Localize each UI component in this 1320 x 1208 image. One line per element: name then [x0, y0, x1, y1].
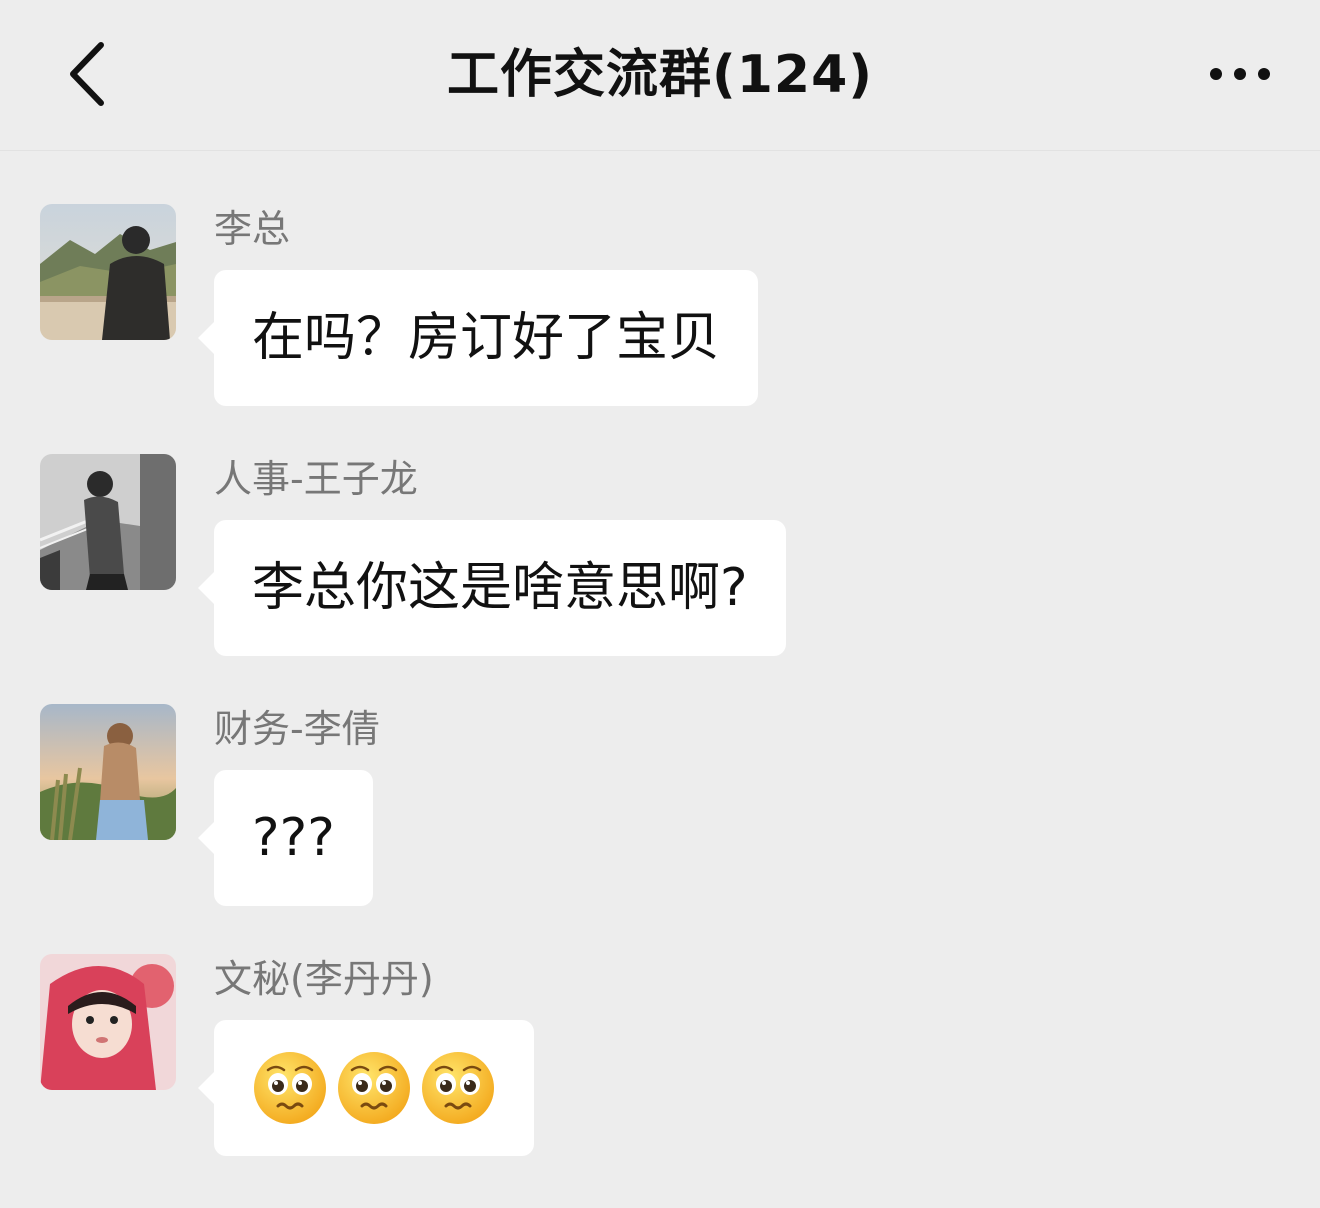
message-text: 在吗？房订好了宝贝 — [252, 308, 721, 368]
message-bubble[interactable]: ??? — [198, 770, 373, 906]
avatar[interactable] — [40, 954, 176, 1090]
message-bubble[interactable]: 在吗？房订好了宝贝 — [197, 270, 759, 406]
sender-name: 李总 — [214, 207, 291, 251]
sender-name: 财务-李倩 — [214, 707, 380, 751]
message-item: 文秘(李丹丹) — [0, 954, 1320, 1174]
avatar[interactable] — [40, 704, 176, 840]
more-button[interactable] — [1200, 46, 1280, 102]
message-text: 李总你这是啥意思啊? — [252, 558, 748, 618]
avatar-man-mountains — [40, 204, 176, 340]
message-item: 财务-李倩 ??? — [0, 704, 1320, 924]
chat-title: 工作交流群(124) — [446, 45, 874, 105]
message-bubble[interactable] — [198, 1020, 534, 1156]
avatar-man-stairs — [40, 454, 176, 590]
message-text: ??? — [252, 808, 335, 868]
avatar[interactable] — [40, 204, 176, 340]
pleading-face-icon — [338, 1052, 410, 1124]
avatar-girl-pink-hood — [40, 954, 176, 1090]
message-item: 人事-王子龙 李总你这是啥意思啊? — [0, 454, 1320, 674]
avatar[interactable] — [40, 454, 176, 590]
avatar-woman-sunset — [40, 704, 176, 840]
emoji-row — [252, 1050, 496, 1126]
pleading-face-icon — [254, 1052, 326, 1124]
sender-name: 文秘(李丹丹) — [214, 957, 434, 1001]
message-bubble[interactable]: 李总你这是啥意思啊? — [198, 520, 786, 656]
pleading-face-icon — [422, 1052, 494, 1124]
sender-name: 人事-王子龙 — [214, 457, 418, 501]
message-item: 李总 在吗？房订好了宝贝 — [0, 204, 1320, 424]
more-dots-icon — [1210, 68, 1270, 80]
chat-header: 工作交流群(124) — [0, 0, 1320, 151]
